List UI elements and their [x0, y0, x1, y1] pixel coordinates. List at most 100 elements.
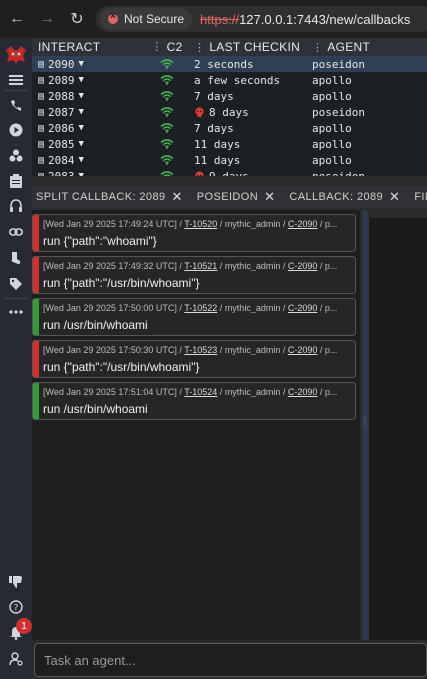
close-icon[interactable]: ✕	[264, 189, 275, 205]
task-card[interactable]: [Wed Jan 29 2025 17:50:00 UTC] / T-10522…	[32, 298, 356, 336]
interact-cell[interactable]: ▤ 2088 ▼	[32, 90, 146, 103]
header-last-checkin[interactable]: ⋮ LAST CHECKIN	[188, 40, 306, 54]
header-c2[interactable]: ⋮ C2	[146, 40, 188, 54]
header-interact[interactable]: INTERACT	[32, 40, 146, 54]
interact-cell[interactable]: ▤ 2085 ▼	[32, 138, 146, 151]
wifi-icon	[160, 75, 174, 85]
reload-icon[interactable]: ↻	[64, 6, 90, 32]
tab-poseidon[interactable]: POSEIDON ✕	[193, 189, 280, 205]
help-icon[interactable]: ?	[6, 597, 26, 617]
interact-cell[interactable]: ▤ 2083 ▼	[32, 170, 146, 177]
wifi-icon	[160, 59, 174, 69]
table-row[interactable]: ▤ 2087 ▼ 8 days poseidon	[32, 104, 427, 120]
tag-icon[interactable]	[6, 274, 26, 294]
wifi-icon	[160, 91, 174, 101]
task-card[interactable]: [Wed Jan 29 2025 17:50:30 UTC] / T-10523…	[32, 340, 356, 378]
callback-link[interactable]: C-2090	[288, 345, 318, 355]
chevron-down-icon[interactable]: ▼	[79, 91, 84, 101]
biohazard-icon[interactable]	[6, 146, 26, 166]
more-icon[interactable]	[6, 302, 26, 322]
interact-cell[interactable]: ▤ 2086 ▼	[32, 122, 146, 135]
callback-link[interactable]: C-2090	[288, 261, 318, 271]
task-meta: [Wed Jan 29 2025 17:51:04 UTC] / T-10524…	[43, 387, 338, 397]
table-row[interactable]: ▤ 2083 ▼ 9 days poseidon	[32, 168, 427, 176]
mythic-logo-icon[interactable]	[3, 44, 29, 66]
last-checkin-value: 9 days	[209, 169, 249, 177]
last-checkin-cell: 11 days	[188, 138, 306, 151]
forward-icon[interactable]: →	[34, 6, 60, 32]
tab-split-callback[interactable]: SPLIT CALLBACK: 2089 ✕	[32, 189, 187, 205]
chevron-down-icon[interactable]: ▼	[79, 123, 84, 133]
svg-text:?: ?	[14, 604, 19, 614]
chevron-down-icon[interactable]: ▼	[79, 155, 84, 165]
agent-cell: apollo	[312, 137, 352, 151]
table-row[interactable]: ▤ 2084 ▼ 11 days apollo	[32, 152, 427, 168]
task-card[interactable]: [Wed Jan 29 2025 17:51:04 UTC] / T-10524…	[32, 382, 356, 420]
chevron-down-icon[interactable]: ▼	[79, 59, 84, 69]
play-circle-icon[interactable]	[6, 120, 26, 140]
terminal-icon[interactable]: ▤	[38, 91, 44, 102]
task-status-bar	[33, 383, 39, 419]
callback-link[interactable]: C-2090	[288, 219, 318, 229]
task-meta: [Wed Jan 29 2025 17:49:32 UTC] / T-10521…	[43, 261, 338, 271]
security-badge[interactable]: Not Secure	[100, 8, 193, 30]
last-checkin-cell: 7 days	[188, 90, 306, 103]
close-icon[interactable]: ✕	[389, 189, 400, 205]
table-row[interactable]: ▤ 2088 ▼ 7 days apollo	[32, 88, 427, 104]
headset-icon[interactable]	[6, 196, 26, 216]
security-label: Not Secure	[124, 12, 185, 26]
phone-callback-icon[interactable]	[6, 96, 26, 116]
task-id-link[interactable]: T-10523	[184, 345, 217, 355]
user-settings-icon[interactable]	[6, 649, 26, 669]
task-id-link[interactable]: T-10524	[184, 387, 217, 397]
task-id-link[interactable]: T-10520	[184, 219, 217, 229]
chevron-down-icon[interactable]: ▼	[79, 139, 84, 149]
agent-cell: apollo	[312, 89, 352, 103]
task-timestamp: [Wed Jan 29 2025 17:49:32 UTC]	[43, 261, 177, 271]
header-agent[interactable]: ⋮ AGENT	[306, 40, 427, 54]
back-icon[interactable]: ←	[4, 6, 30, 32]
task-card[interactable]: [Wed Jan 29 2025 17:49:24 UTC] / T-10520…	[32, 214, 356, 252]
thumbs-down-icon[interactable]	[6, 572, 26, 592]
task-id-link[interactable]: T-10521	[184, 261, 217, 271]
callback-link[interactable]: C-2090	[288, 387, 318, 397]
chevron-down-icon[interactable]: ▼	[79, 107, 84, 117]
terminal-icon[interactable]: ▤	[38, 171, 44, 177]
address-bar[interactable]: Not Secure https:// 127.0.0.1:7443/new/c…	[96, 6, 427, 32]
task-status-bar	[33, 299, 39, 335]
table-row[interactable]: ▤ 2090 ▼ 2 seconds poseidon	[32, 56, 427, 72]
task-user: mythic_admin	[224, 387, 281, 397]
terminal-icon[interactable]: ▤	[38, 75, 44, 86]
callback-link[interactable]: C-2090	[288, 303, 318, 313]
menu-icon[interactable]	[6, 70, 26, 90]
terminal-icon[interactable]: ▤	[38, 123, 44, 134]
task-id-link[interactable]: T-10522	[184, 303, 217, 313]
interact-cell[interactable]: ▤ 2087 ▼	[32, 106, 146, 119]
terminal-icon[interactable]: ▤	[38, 155, 44, 166]
interact-cell[interactable]: ▤ 2084 ▼	[32, 154, 146, 167]
terminal-icon[interactable]: ▤	[38, 59, 44, 70]
tab-file-browser[interactable]: FILE BROW	[410, 191, 427, 203]
chevron-down-icon[interactable]: ▼	[79, 75, 84, 85]
tab-bar: SPLIT CALLBACK: 2089 ✕ POSEIDON ✕ CALLBACK…	[32, 186, 427, 208]
table-row[interactable]: ▤ 2085 ▼ 11 days apollo	[32, 136, 427, 152]
interact-cell[interactable]: ▤ 2090 ▼	[32, 58, 146, 71]
terminal-icon[interactable]: ▤	[38, 107, 44, 118]
chevron-down-icon[interactable]: ▼	[79, 171, 84, 176]
wifi-icon	[160, 155, 174, 165]
tab-callback[interactable]: CALLBACK: 2089 ✕	[285, 189, 404, 205]
column-menu-icon[interactable]: ⋮	[151, 40, 162, 54]
clipboard-icon[interactable]	[6, 171, 26, 191]
task-input[interactable]: Task an agent...	[34, 643, 427, 677]
link-icon[interactable]	[6, 222, 26, 242]
table-row[interactable]: ▤ 2089 ▼ a few seconds apollo	[32, 72, 427, 88]
terminal-icon[interactable]: ▤	[38, 139, 44, 150]
close-icon[interactable]: ✕	[171, 189, 182, 205]
task-card[interactable]: [Wed Jan 29 2025 17:49:32 UTC] / T-10521…	[32, 256, 356, 294]
socks-icon[interactable]	[6, 248, 26, 268]
wifi-icon	[160, 123, 174, 133]
column-menu-icon[interactable]: ⋮	[312, 42, 323, 54]
interact-cell[interactable]: ▤ 2089 ▼	[32, 74, 146, 87]
column-menu-icon[interactable]: ⋮	[194, 41, 205, 54]
table-row[interactable]: ▤ 2086 ▼ 7 days apollo	[32, 120, 427, 136]
